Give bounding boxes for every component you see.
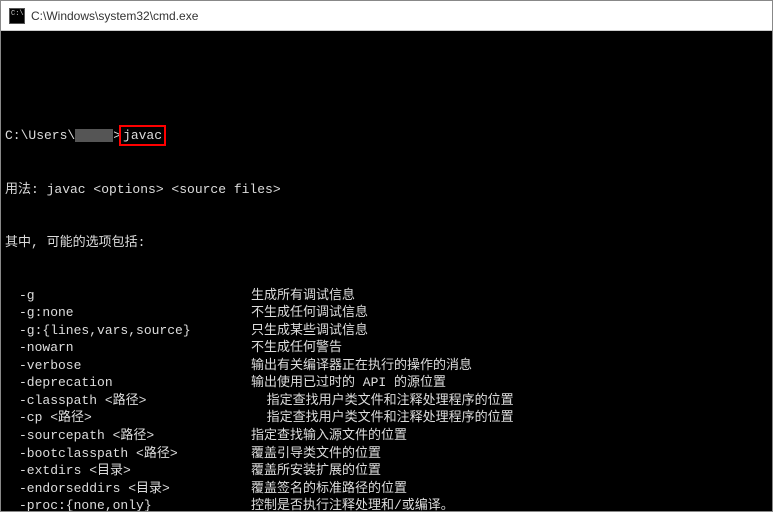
option-flag: -g:none	[5, 304, 251, 322]
option-flag: -cp <路径>	[5, 409, 251, 427]
option-row: -g生成所有调试信息	[5, 287, 768, 305]
option-row: -bootclasspath <路径>覆盖引导类文件的位置	[5, 445, 768, 463]
option-row: -proc:{none,only}控制是否执行注释处理和/或编译。	[5, 497, 768, 511]
option-flag: -classpath <路径>	[5, 392, 251, 410]
option-flag: -g	[5, 287, 251, 305]
option-description: 指定查找用户类文件和注释处理程序的位置	[251, 409, 514, 427]
option-flag: -deprecation	[5, 374, 251, 392]
terminal-output[interactable]: C:\Users\>javac 用法: javac <options> <sou…	[1, 31, 772, 511]
option-row: -g:{lines,vars,source}只生成某些调试信息	[5, 322, 768, 340]
option-description: 覆盖签名的标准路径的位置	[251, 480, 407, 498]
option-flag: -extdirs <目录>	[5, 462, 251, 480]
option-row: -sourcepath <路径>指定查找输入源文件的位置	[5, 427, 768, 445]
blank-line	[5, 72, 768, 90]
titlebar[interactable]: C:\Windows\system32\cmd.exe	[1, 1, 772, 31]
option-flag: -nowarn	[5, 339, 251, 357]
cmd-window: C:\Windows\system32\cmd.exe C:\Users\>ja…	[0, 0, 773, 512]
option-row: -nowarn不生成任何警告	[5, 339, 768, 357]
option-description: 覆盖所安装扩展的位置	[251, 462, 381, 480]
option-flag: -proc:{none,only}	[5, 497, 251, 511]
option-description: 指定查找输入源文件的位置	[251, 427, 407, 445]
option-flag: -g:{lines,vars,source}	[5, 322, 251, 340]
prompt-prefix: C:\Users\	[5, 128, 75, 143]
option-row: -deprecation输出使用已过时的 API 的源位置	[5, 374, 768, 392]
option-row: -g:none不生成任何调试信息	[5, 304, 768, 322]
option-description: 覆盖引导类文件的位置	[251, 445, 381, 463]
option-row: -verbose输出有关编译器正在执行的操作的消息	[5, 357, 768, 375]
typed-command: javac	[123, 128, 162, 143]
options-list: -g生成所有调试信息-g:none不生成任何调试信息-g:{lines,vars…	[5, 287, 768, 511]
option-row: -extdirs <目录>覆盖所安装扩展的位置	[5, 462, 768, 480]
options-header: 其中, 可能的选项包括:	[5, 234, 768, 252]
option-flag: -verbose	[5, 357, 251, 375]
option-description: 输出使用已过时的 API 的源位置	[251, 374, 446, 392]
option-row: -cp <路径> 指定查找用户类文件和注释处理程序的位置	[5, 409, 768, 427]
usage-line: 用法: javac <options> <source files>	[5, 181, 768, 199]
option-description: 输出有关编译器正在执行的操作的消息	[251, 357, 472, 375]
option-description: 不生成任何警告	[251, 339, 342, 357]
option-flag: -sourcepath <路径>	[5, 427, 251, 445]
cmd-icon	[9, 8, 25, 24]
option-flag: -bootclasspath <路径>	[5, 445, 251, 463]
option-description: 不生成任何调试信息	[251, 304, 368, 322]
option-description: 生成所有调试信息	[251, 287, 355, 305]
option-description: 控制是否执行注释处理和/或编译。	[251, 497, 454, 511]
option-row: -classpath <路径> 指定查找用户类文件和注释处理程序的位置	[5, 392, 768, 410]
option-description: 指定查找用户类文件和注释处理程序的位置	[251, 392, 514, 410]
command-highlight: javac	[119, 125, 166, 147]
command-prompt-line: C:\Users\>javac	[5, 125, 768, 147]
option-row: -endorseddirs <目录>覆盖签名的标准路径的位置	[5, 480, 768, 498]
redacted-username	[75, 129, 113, 142]
window-title: C:\Windows\system32\cmd.exe	[31, 9, 198, 23]
option-flag: -endorseddirs <目录>	[5, 480, 251, 498]
option-description: 只生成某些调试信息	[251, 322, 368, 340]
